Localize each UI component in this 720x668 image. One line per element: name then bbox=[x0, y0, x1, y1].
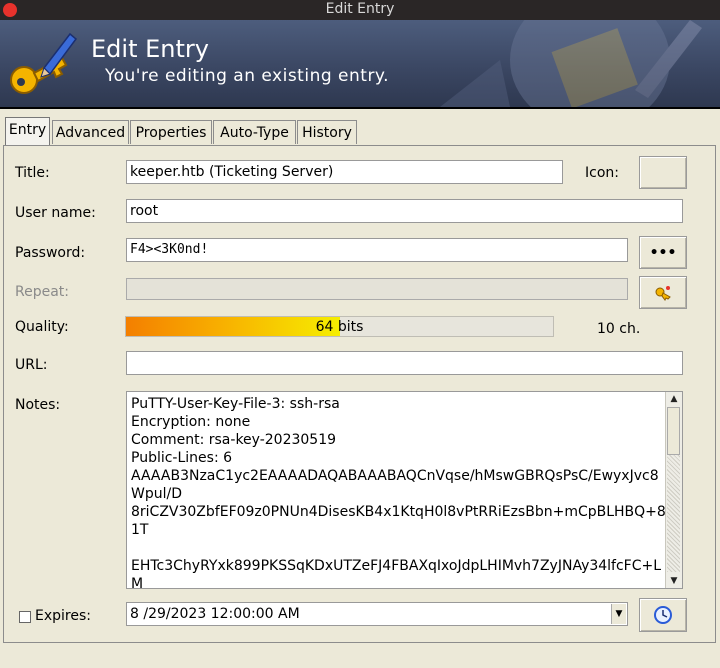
notes-label: Notes: bbox=[15, 397, 61, 413]
title-label: Title: bbox=[15, 165, 50, 181]
reveal-password-button[interactable]: ••• bbox=[639, 236, 687, 269]
icon-label: Icon: bbox=[585, 165, 619, 181]
username-label: User name: bbox=[15, 205, 96, 221]
expires-checkbox[interactable] bbox=[19, 611, 31, 623]
clock-icon bbox=[654, 606, 672, 624]
window-title: Edit Entry bbox=[325, 1, 395, 17]
banner-title: Edit Entry bbox=[91, 35, 209, 63]
window-titlebar: Edit Entry bbox=[0, 0, 720, 20]
notes-text: PuTTY-User-Key-File-3: ssh-rsa Encryptio… bbox=[131, 396, 666, 589]
expires-date-input[interactable]: 8 /29/2023 12:00:00 AM ▼ bbox=[126, 602, 628, 626]
banner-decoration-icon bbox=[440, 20, 702, 107]
password-generator-button[interactable] bbox=[639, 276, 687, 309]
tab-entry[interactable]: Entry bbox=[5, 117, 50, 145]
password-label: Password: bbox=[15, 245, 86, 261]
key-pen-icon bbox=[10, 32, 78, 94]
title-input[interactable]: keeper.htb (Ticketing Server) bbox=[126, 160, 563, 184]
icon-picker-button[interactable] bbox=[639, 156, 687, 189]
password-input[interactable]: F4><3K0nd! bbox=[126, 238, 628, 262]
char-count: 10 ch. bbox=[597, 321, 641, 337]
notes-textarea[interactable]: PuTTY-User-Key-File-3: ssh-rsa Encryptio… bbox=[126, 391, 683, 589]
quality-label: Quality: bbox=[15, 319, 69, 335]
scroll-up-icon[interactable]: ▲ bbox=[666, 392, 682, 406]
tab-auto-type[interactable]: Auto-Type bbox=[213, 120, 296, 144]
notes-scrollbar[interactable]: ▲ ▼ bbox=[665, 392, 682, 588]
expires-date-value: 8 /29/2023 12:00:00 AM bbox=[130, 606, 300, 622]
tab-advanced[interactable]: Advanced bbox=[52, 120, 129, 144]
expires-label: Expires: bbox=[35, 608, 91, 624]
scroll-track[interactable] bbox=[667, 455, 680, 572]
url-input[interactable] bbox=[126, 351, 683, 375]
scroll-down-icon[interactable]: ▼ bbox=[666, 574, 682, 588]
username-input[interactable]: root bbox=[126, 199, 683, 223]
tab-history[interactable]: History bbox=[297, 120, 357, 144]
banner-subtitle: You're editing an existing entry. bbox=[105, 66, 389, 86]
chevron-down-icon[interactable]: ▼ bbox=[611, 604, 626, 624]
tab-properties[interactable]: Properties bbox=[130, 120, 212, 144]
banner: Edit Entry You're editing an existing en… bbox=[0, 20, 720, 109]
key-generator-icon bbox=[655, 285, 671, 301]
quality-meter: 64 bits bbox=[125, 316, 554, 337]
close-icon[interactable] bbox=[3, 3, 17, 17]
repeat-label: Repeat: bbox=[15, 284, 69, 300]
quality-bits: 64 bits bbox=[315, 319, 364, 335]
url-label: URL: bbox=[15, 357, 48, 373]
date-picker-button[interactable] bbox=[639, 598, 687, 632]
scroll-thumb[interactable] bbox=[667, 407, 680, 455]
repeat-password-input[interactable] bbox=[126, 278, 628, 300]
